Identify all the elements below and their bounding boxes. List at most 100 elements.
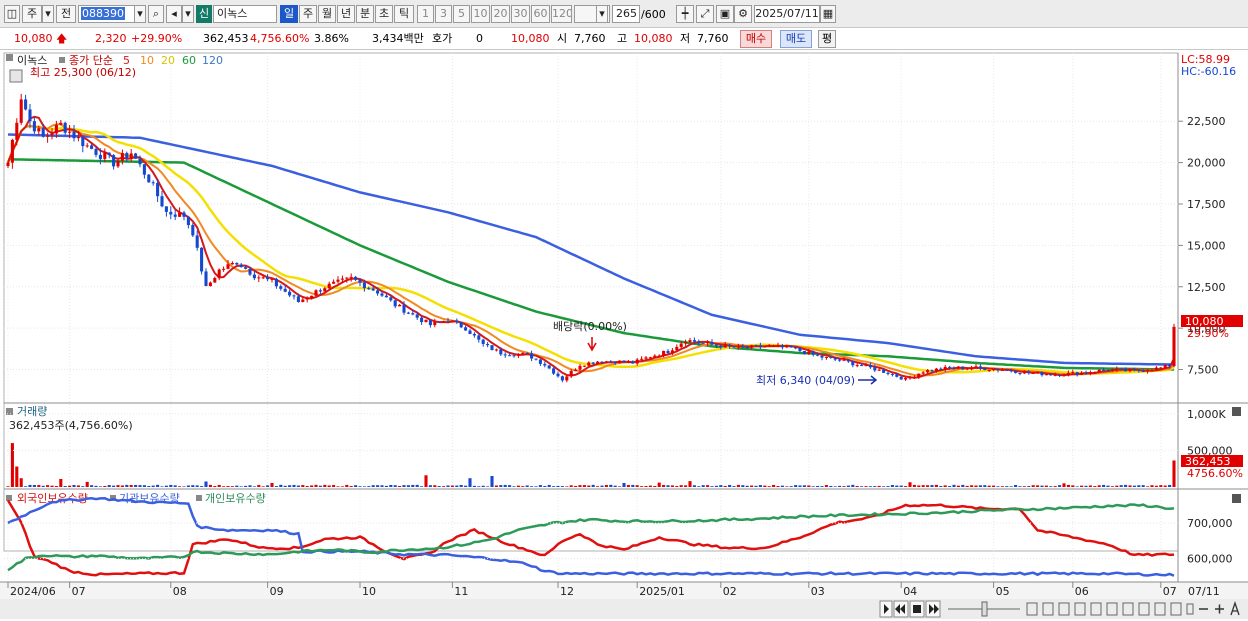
buy-button[interactable]: 매수 (740, 30, 772, 48)
candle-body (437, 321, 441, 323)
minute-20[interactable]: 20 (491, 5, 510, 23)
volume-bar (415, 484, 419, 487)
candle-body (666, 350, 670, 354)
x-tick-label: 02 (723, 585, 737, 598)
candle-body (1018, 372, 1022, 374)
candle-body (1071, 372, 1075, 374)
volume-bar (613, 485, 617, 487)
minute-1[interactable]: 1 (417, 5, 434, 23)
candle-body (851, 361, 855, 366)
period-tick[interactable]: 틱 (394, 5, 414, 23)
volume-bar (354, 485, 358, 487)
stock-name-field[interactable]: 이녹스 (213, 5, 277, 23)
search-icon[interactable]: ⌕ (148, 5, 164, 23)
candle-body (1128, 369, 1132, 372)
volume-bar (468, 478, 472, 487)
indicator-icon[interactable]: ⤢ (696, 5, 714, 23)
candle-body (679, 343, 683, 347)
current-price: 10,080 🡅 (14, 31, 67, 47)
volume-bar (261, 486, 265, 487)
period-minute[interactable]: 분 (356, 5, 374, 23)
count-input[interactable]: 265 (612, 5, 640, 23)
prefix-select[interactable]: 전 (56, 5, 76, 23)
minute-3[interactable]: 3 (435, 5, 452, 23)
high-annotation: 최고 25,300 (06/12) (30, 66, 136, 79)
date-field[interactable]: 2025/07/11 (754, 5, 820, 23)
volume-label: 362,453주(4,756.60%) (9, 419, 133, 432)
price-y-tick-label: 12,500 (1187, 281, 1226, 294)
market-select[interactable]: 주 (22, 5, 42, 23)
volume-close-icon[interactable] (1232, 407, 1241, 416)
minute-5[interactable]: 5 (453, 5, 470, 23)
chevron-down-icon[interactable]: ▾ (596, 5, 608, 23)
minute-120[interactable]: 120 (551, 5, 572, 23)
avg-button[interactable]: 평 (818, 30, 836, 48)
volume-bar (560, 486, 564, 487)
individual-toggle-icon[interactable] (196, 495, 202, 501)
candle-body (565, 376, 569, 381)
period-second[interactable]: 초 (375, 5, 393, 23)
volume-bar (279, 484, 283, 487)
image-icon[interactable]: ▣ (716, 5, 734, 23)
volume-bar (314, 484, 318, 487)
candle-body (1066, 372, 1070, 376)
period-month[interactable]: 월 (318, 5, 336, 23)
stock-code-input[interactable]: 088390 (78, 5, 136, 23)
candle-body (244, 267, 248, 269)
volume-bar (1132, 485, 1136, 487)
candle-body (1124, 368, 1128, 372)
candle-body (1084, 372, 1088, 374)
candle-body (917, 373, 921, 377)
calendar-icon[interactable]: ▦ (820, 5, 836, 23)
chevron-down-icon[interactable]: ▾ (42, 5, 54, 23)
speaker-icon[interactable]: ◂ (166, 5, 182, 23)
gear-icon[interactable]: ⚙ (734, 5, 752, 23)
volume-bar (147, 486, 151, 487)
volume-bar (235, 485, 239, 487)
volume-bar (472, 485, 476, 487)
period-week[interactable]: 주 (299, 5, 317, 23)
x-tick-label: 11 (454, 585, 468, 598)
candle-body (129, 153, 133, 159)
volume-bar (569, 485, 573, 487)
candle-body (398, 304, 402, 307)
calendar-icon[interactable] (9, 69, 23, 83)
period-year[interactable]: 년 (337, 5, 355, 23)
volume-bar (37, 485, 41, 487)
volume-bar (433, 485, 437, 487)
candle-body (807, 351, 811, 354)
volume-bar (1049, 486, 1053, 487)
candle-body (710, 342, 714, 345)
hoga-price: 10,080 (511, 32, 550, 45)
period-day[interactable]: 일 (280, 5, 298, 23)
volume-bar (1146, 486, 1150, 487)
candle-body (279, 286, 283, 289)
candle-body (37, 128, 41, 132)
legend-toggle-icon[interactable] (6, 54, 13, 61)
volume-bar (384, 485, 388, 487)
volume-bar (1106, 485, 1110, 487)
holdings-close-icon[interactable] (1232, 494, 1241, 503)
chevron-down-icon[interactable]: ▾ (182, 5, 194, 23)
minute-60[interactable]: 60 (531, 5, 550, 23)
candle-body (983, 367, 987, 371)
candle-type-icon[interactable]: ┿ (676, 5, 694, 23)
volume-bar (882, 486, 886, 487)
window-icon[interactable]: ◫ (4, 5, 20, 23)
candle-body (142, 164, 146, 175)
chevron-down-icon[interactable]: ▾ (134, 5, 146, 23)
zoom-slider-thumb[interactable] (981, 601, 988, 617)
trade-amount: 3,434백만 (372, 32, 424, 45)
sell-button[interactable]: 매도 (780, 30, 812, 48)
candle-body (626, 361, 630, 363)
candle-body (156, 182, 160, 197)
candle-body (327, 283, 331, 289)
candle-body (59, 122, 63, 125)
volume-bar (763, 485, 767, 487)
minute-30[interactable]: 30 (511, 5, 530, 23)
volume-bar (543, 486, 547, 487)
volume-bar (688, 481, 692, 487)
minute-10[interactable]: 10 (471, 5, 490, 23)
candle-body (406, 312, 410, 314)
volume-bar (921, 485, 925, 487)
